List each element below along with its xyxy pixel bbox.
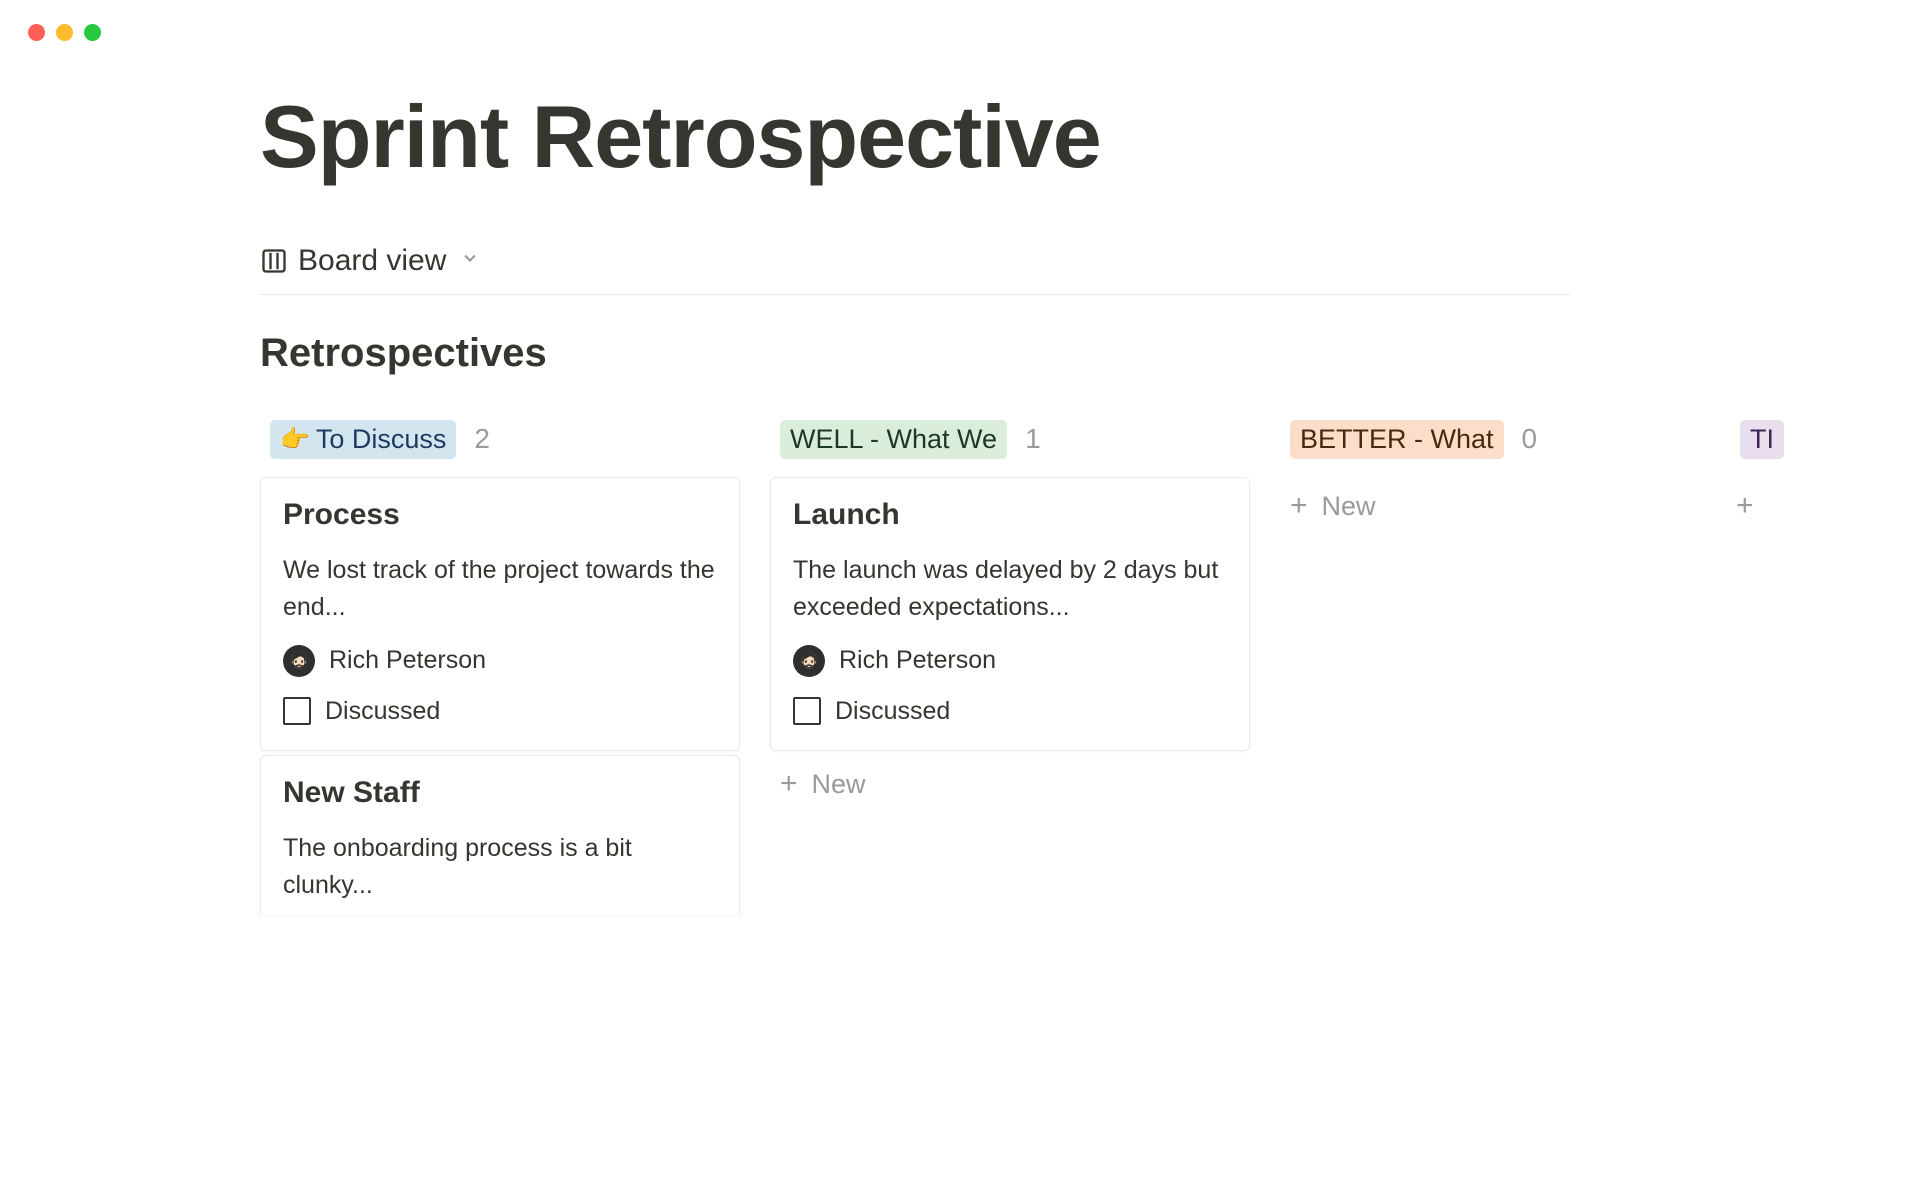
card-process[interactable]: Process We lost track of the project tow… [260,477,740,751]
new-label: New [1322,491,1376,522]
card-title: New Staff [283,776,717,810]
column-tag: BETTER - What [1290,420,1504,459]
board: 👉 To Discuss 2 Process We lost track of … [260,420,1920,919]
column-partial: TI + [1730,420,1790,919]
checkbox[interactable] [793,697,821,725]
column-header[interactable]: TI [1730,420,1790,477]
view-switcher[interactable]: Board view [260,244,1920,294]
chevron-down-icon [460,248,480,273]
column-header[interactable]: WELL - What We 1 [770,420,1250,477]
avatar: 🧔🏻 [283,645,315,677]
close-window-button[interactable] [28,24,45,41]
author-name: Rich Peterson [329,646,486,675]
column-better: BETTER - What 0 + New [1280,420,1700,919]
maximize-window-button[interactable] [84,24,101,41]
column-count: 1 [1025,423,1041,455]
column-well: WELL - What We 1 Launch The launch was d… [770,420,1250,919]
card-author: 🧔🏻 Rich Peterson [793,645,1227,677]
column-header[interactable]: BETTER - What 0 [1280,420,1700,477]
author-name: Rich Peterson [839,646,996,675]
avatar: 🧔🏻 [793,645,825,677]
column-to-discuss: 👉 To Discuss 2 Process We lost track of … [260,420,740,919]
column-count: 0 [1522,423,1538,455]
column-count: 2 [474,423,490,455]
card-title: Launch [793,498,1227,532]
new-card-button[interactable]: + New [770,755,1250,814]
card-author: 🧔🏻 Rich Peterson [283,645,717,677]
window-traffic-lights [0,0,1920,41]
card-launch[interactable]: Launch The launch was delayed by 2 days … [770,477,1250,751]
column-tag: 👉 To Discuss [270,420,456,459]
new-label: New [812,769,866,800]
card-check-row[interactable]: Discussed [283,697,717,726]
pointing-hand-icon: 👉 [280,425,310,454]
minimize-window-button[interactable] [56,24,73,41]
card-body: The onboarding process is a bit clunky..… [283,830,717,905]
card-body: We lost track of the project towards the… [283,552,717,627]
page-title[interactable]: Sprint Retrospective [260,89,1920,186]
divider [260,294,1570,295]
check-label: Discussed [325,697,440,726]
plus-icon: + [1290,491,1308,521]
new-card-button[interactable]: + [1730,477,1790,535]
board-icon [260,247,288,275]
column-tag-label: To Discuss [316,424,447,455]
column-tag: WELL - What We [780,420,1007,459]
column-tag: TI [1740,420,1784,459]
view-label: Board view [298,244,446,278]
plus-icon: + [1736,491,1754,521]
card-new-staff[interactable]: New Staff The onboarding process is a bi… [260,755,740,915]
card-check-row[interactable]: Discussed [793,697,1227,726]
checkbox[interactable] [283,697,311,725]
column-header[interactable]: 👉 To Discuss 2 [260,420,740,477]
card-title: Process [283,498,717,532]
plus-icon: + [780,769,798,799]
section-title: Retrospectives [260,331,1920,376]
check-label: Discussed [835,697,950,726]
card-body: The launch was delayed by 2 days but exc… [793,552,1227,627]
new-card-button[interactable]: + New [1280,477,1700,536]
